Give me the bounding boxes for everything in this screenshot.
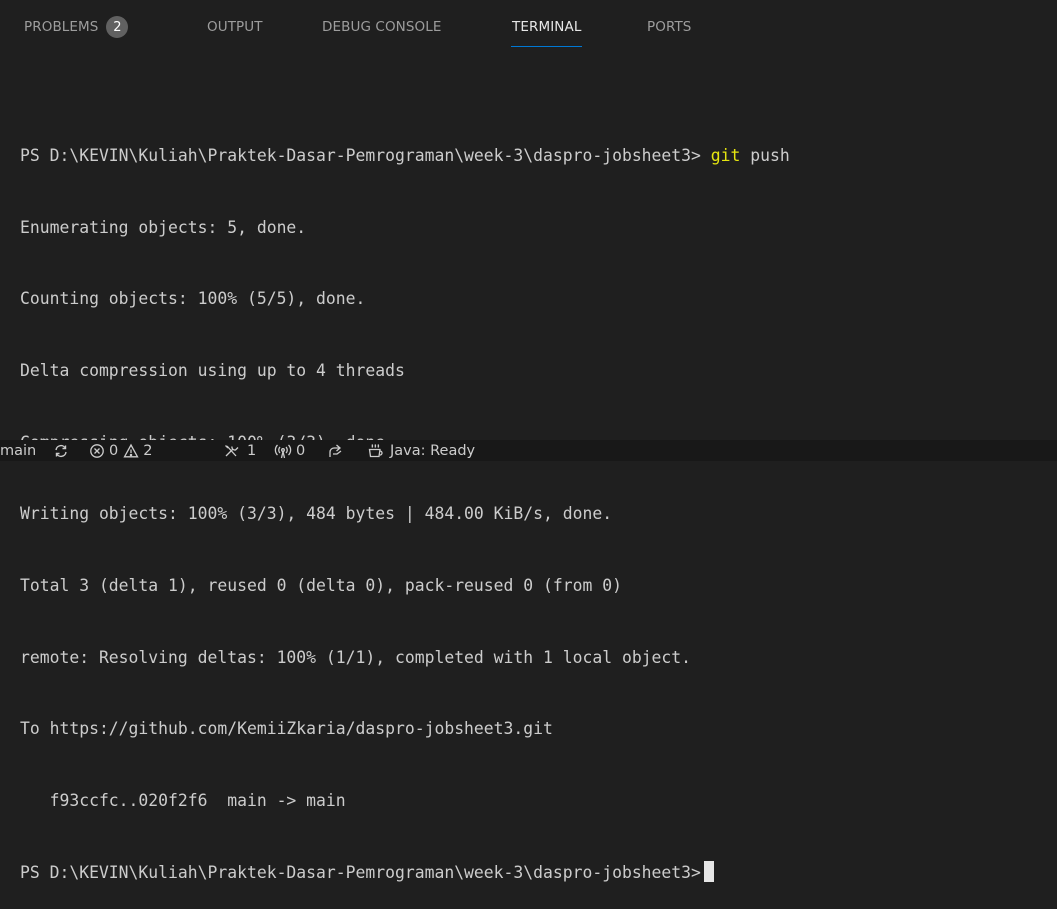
java-status-button[interactable]: Java: Ready xyxy=(367,440,475,461)
coffee-icon xyxy=(367,443,385,459)
live-share-icon xyxy=(327,443,345,459)
tab-output-label: OUTPUT xyxy=(207,19,263,35)
terminal-final-prompt-line: PS D:\KEVIN\Kuliah\Praktek-Dasar-Pemrogr… xyxy=(20,860,1057,885)
live-share-button[interactable] xyxy=(327,440,345,461)
branch-name: main xyxy=(0,442,37,459)
terminal-command-args: push xyxy=(740,145,790,165)
warning-count: 2 xyxy=(143,442,153,459)
sync-button[interactable] xyxy=(53,440,69,461)
tab-ports[interactable]: PORTS xyxy=(647,0,691,58)
ports-count: 0 xyxy=(296,442,306,459)
tab-output[interactable]: OUTPUT xyxy=(207,0,263,58)
tab-terminal[interactable]: TERMINAL xyxy=(510,0,583,58)
java-status-label: Java: Ready xyxy=(390,442,476,459)
ports-status-button[interactable]: 0 xyxy=(274,440,305,461)
terminal-output-line: Delta compression using up to 4 threads xyxy=(20,360,405,380)
terminal-output-line: remote: Resolving deltas: 100% (1/1), co… xyxy=(20,647,692,667)
tools-icon xyxy=(223,443,241,459)
tools-count: 1 xyxy=(247,442,257,459)
error-count: 0 xyxy=(109,442,119,459)
terminal-output-line: To https://github.com/KemiiZkaria/daspro… xyxy=(20,719,553,739)
terminal-output-line: Total 3 (delta 1), reused 0 (delta 0), p… xyxy=(20,576,622,596)
problems-count-badge: 2 xyxy=(106,16,129,38)
terminal-output-line: Writing objects: 100% (3/3), 484 bytes |… xyxy=(20,504,613,524)
terminal-output[interactable]: PS D:\KEVIN\Kuliah\Praktek-Dasar-Pemrogr… xyxy=(20,96,1057,909)
error-icon xyxy=(89,443,105,459)
tab-ports-label: PORTS xyxy=(647,19,692,35)
terminal-command-keyword: git xyxy=(710,145,741,165)
tab-problems-label: PROBLEMS xyxy=(24,19,99,35)
terminal-cursor xyxy=(703,860,714,882)
tab-terminal-label: TERMINAL xyxy=(512,19,582,35)
panel-tab-bar: PROBLEMS 2 OUTPUT DEBUG CONSOLE TERMINAL… xyxy=(0,0,1057,62)
warning-icon xyxy=(123,443,139,459)
branch-status[interactable]: main xyxy=(0,440,36,461)
broadcast-icon xyxy=(274,443,292,459)
tab-problems[interactable]: PROBLEMS 2 xyxy=(24,0,129,58)
tab-debug-console[interactable]: DEBUG CONSOLE xyxy=(322,0,442,58)
tab-debug-console-label: DEBUG CONSOLE xyxy=(322,19,442,35)
terminal-command-line: PS D:\KEVIN\Kuliah\Praktek-Dasar-Pemrogr… xyxy=(20,144,1057,168)
sync-icon xyxy=(53,443,69,459)
terminal-output-line: Counting objects: 100% (5/5), done. xyxy=(20,289,366,309)
tools-status-button[interactable]: 1 xyxy=(223,440,256,461)
status-bar: main 0 2 1 0 Java: Ready xyxy=(0,440,1057,461)
terminal-output-line: Enumerating objects: 5, done. xyxy=(20,217,307,237)
terminal-final-prompt: PS D:\KEVIN\Kuliah\Praktek-Dasar-Pemrogr… xyxy=(20,862,701,882)
terminal-prompt: PS D:\KEVIN\Kuliah\Praktek-Dasar-Pemrogr… xyxy=(20,145,701,165)
problems-status-button[interactable]: 0 2 xyxy=(89,440,152,461)
terminal-output-line: f93ccfc..020f2f6 main -> main xyxy=(20,791,346,811)
